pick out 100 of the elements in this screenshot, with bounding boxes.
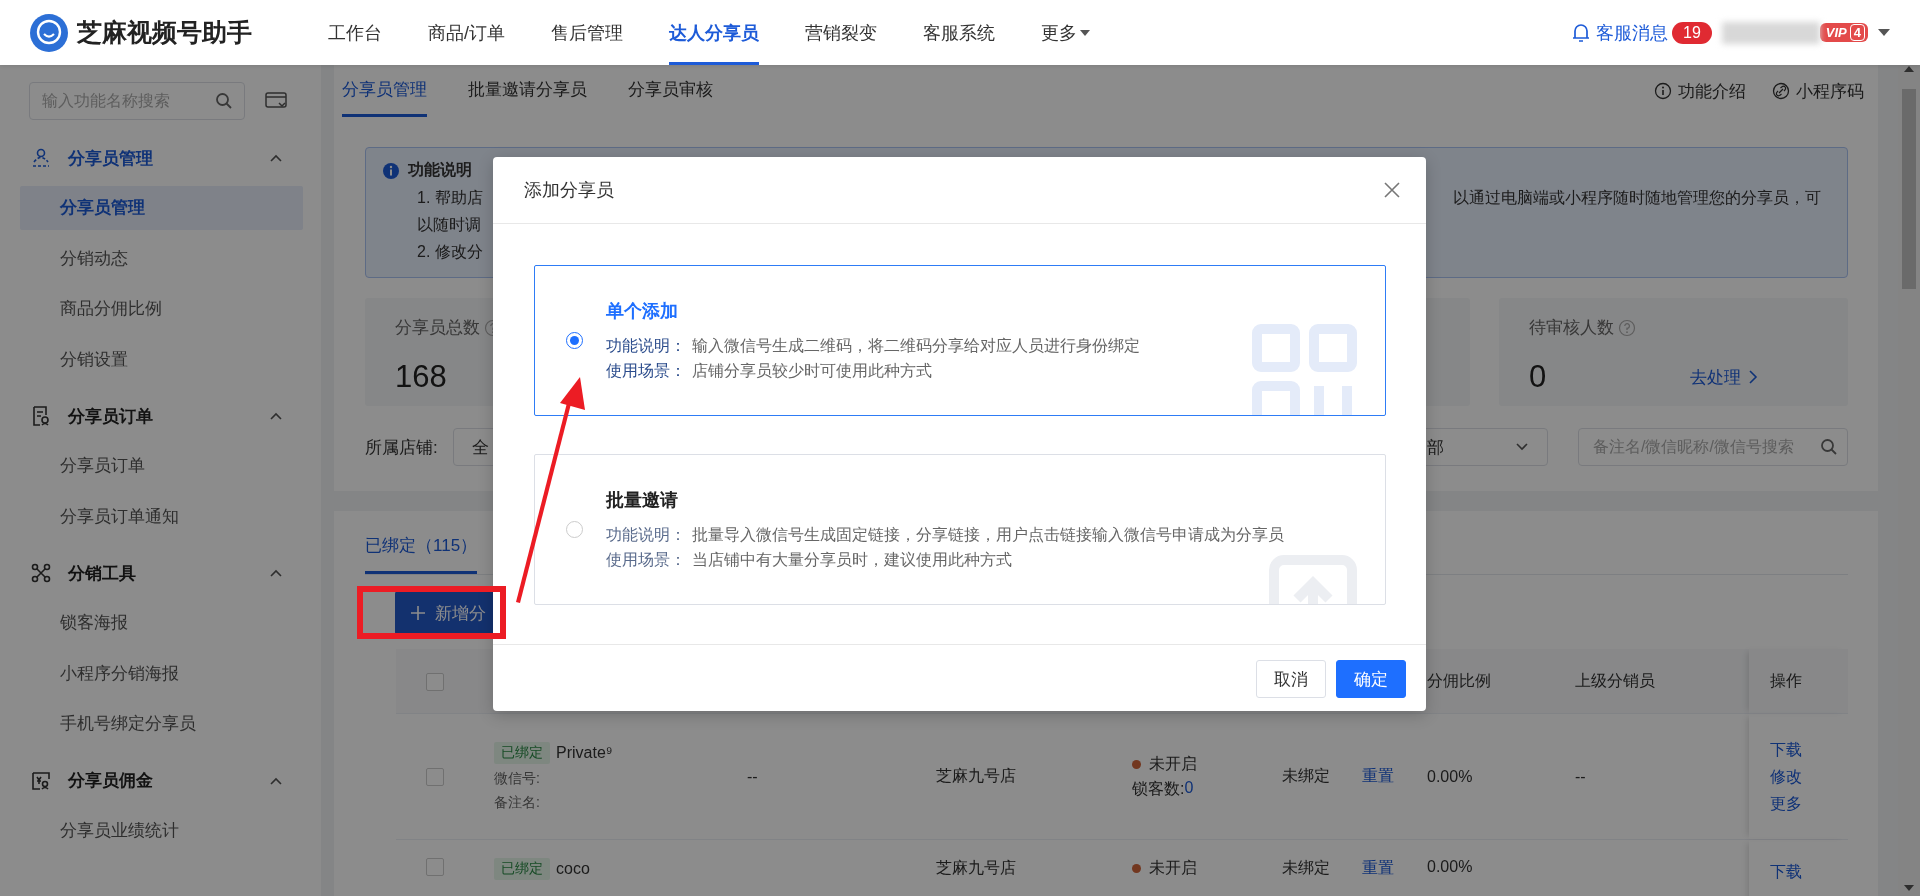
option-card[interactable]: 批量邀请 功能说明： 批量导入微信号生成固定链接，分享链接，用户点击链接输入微信号申请成为分享员 使用场景： 当店铺中有大量分享员时，建议使用此种方式 bbox=[534, 454, 1386, 605]
list-tab[interactable]: 已绑定（115） bbox=[365, 534, 478, 574]
store-name: 芝麻九号店 bbox=[936, 858, 1017, 878]
option-card[interactable]: 单个添加 功能说明： 输入微信号生成二维码，将二维码分享给对应人员进行身份绑定 使用场景： 店铺分享员较少时可使用此种方式 bbox=[534, 265, 1386, 416]
plus-icon bbox=[411, 606, 425, 620]
menu-item[interactable]: 分享员业绩统计 bbox=[20, 808, 303, 853]
link-icon bbox=[1772, 82, 1790, 100]
chevron-icon bbox=[269, 568, 283, 578]
scroll-down-icon[interactable] bbox=[1904, 884, 1914, 892]
action-link[interactable]: 更多 bbox=[1770, 790, 1848, 817]
stat-label: 待审核人数 bbox=[1529, 317, 1614, 339]
table-cell-text: -- bbox=[1575, 767, 1587, 786]
status-dot bbox=[1132, 759, 1141, 769]
store-name: 芝麻九号店 bbox=[936, 766, 1017, 786]
sharer-name: Private⁹ bbox=[556, 743, 613, 762]
notice-title: 功能说明 bbox=[408, 160, 472, 180]
status-tag: 已绑定 bbox=[494, 741, 550, 764]
app-name: 芝麻视频号助手 bbox=[77, 17, 252, 48]
help-link[interactable]: 功能介绍 bbox=[1654, 79, 1746, 103]
message-count-badge: 19 bbox=[1672, 21, 1712, 44]
chevron-icon bbox=[269, 411, 283, 421]
close-icon[interactable] bbox=[1384, 182, 1400, 198]
option-description: 店铺分享员较少时可使用此种方式 bbox=[692, 360, 932, 381]
menu-item[interactable]: 手机号绑定分享员 bbox=[20, 702, 303, 746]
checkbox[interactable] bbox=[426, 858, 444, 876]
nav-tab[interactable]: 营销裂变 bbox=[805, 0, 877, 65]
stat-label: 分享员总数 bbox=[395, 317, 480, 339]
status-dot bbox=[1132, 864, 1141, 873]
option-description: 批量导入微信号生成固定链接，分享链接，用户点击链接输入微信号申请成为分享员 bbox=[692, 524, 1284, 545]
qr-code-icon bbox=[1252, 324, 1357, 415]
chevron-icon bbox=[1749, 370, 1758, 384]
lock-status: 未开启 bbox=[1149, 753, 1197, 774]
menu-group-header[interactable]: 分享员佣金 bbox=[0, 752, 321, 809]
vip-level: 4 bbox=[1849, 24, 1865, 41]
caret-icon[interactable] bbox=[1878, 29, 1890, 36]
column-header: 上级分销员 bbox=[1575, 671, 1656, 691]
option-description: 当店铺中有大量分享员时，建议使用此种方式 bbox=[692, 549, 1012, 570]
nav-tab[interactable]: 更多 bbox=[1041, 0, 1090, 65]
menu-group-icon bbox=[30, 562, 52, 584]
notice-text: 以随时调 bbox=[417, 215, 481, 235]
menu-item[interactable]: 分销设置 bbox=[20, 337, 303, 382]
column-header: 操作 bbox=[1770, 671, 1803, 691]
sub-tab[interactable]: 批量邀请分享员 bbox=[468, 65, 587, 117]
action-link[interactable]: 修改 bbox=[1770, 763, 1848, 790]
menu-item[interactable]: 分享员管理 bbox=[20, 186, 303, 230]
lock-count-link[interactable]: 0 bbox=[1184, 778, 1194, 800]
option-title: 批量邀请 bbox=[606, 488, 679, 512]
action-link[interactable]: 下载 bbox=[1770, 736, 1848, 763]
column-header: 分佣比例 bbox=[1427, 671, 1492, 691]
lock-count-label: 锁客数: bbox=[1132, 778, 1185, 799]
logo-icon bbox=[30, 13, 68, 52]
nav-tab[interactable]: 售后管理 bbox=[551, 0, 623, 65]
remark-label: 备注名: bbox=[494, 793, 541, 812]
nav-tab[interactable]: 客服系统 bbox=[923, 0, 995, 65]
stat-value: 0 bbox=[1529, 359, 1547, 395]
menu-group-icon bbox=[30, 769, 52, 792]
menu-group-icon bbox=[30, 147, 52, 169]
menu-item[interactable]: 商品分佣比例 bbox=[20, 287, 303, 331]
sub-tab[interactable]: 分享员审核 bbox=[628, 65, 713, 117]
info-icon bbox=[382, 161, 400, 180]
option-label: 使用场景： bbox=[606, 549, 686, 570]
menu-item[interactable]: 分享员订单 bbox=[20, 444, 303, 488]
confirm-button[interactable]: 确定 bbox=[1336, 660, 1406, 698]
process-link[interactable]: 去处理 bbox=[1690, 365, 1758, 389]
chevron-icon bbox=[269, 153, 283, 163]
menu-item[interactable]: 锁客海报 bbox=[20, 601, 303, 645]
lock-status: 未开启 bbox=[1149, 858, 1197, 878]
action-link[interactable]: 下载 bbox=[1770, 858, 1848, 885]
reset-link[interactable]: 重置 bbox=[1362, 766, 1415, 787]
collapse-icon[interactable] bbox=[265, 91, 287, 111]
menu-item[interactable]: 分销动态 bbox=[20, 236, 303, 281]
bell-icon[interactable] bbox=[1572, 22, 1590, 43]
option-label: 使用场景： bbox=[606, 360, 686, 381]
wechat-label: 微信号: bbox=[494, 769, 541, 788]
checkbox[interactable] bbox=[426, 767, 444, 786]
notice-text: 2. 修改分 bbox=[417, 242, 483, 262]
menu-group-header[interactable]: 分销工具 bbox=[0, 545, 321, 601]
menu-group-header[interactable]: 分享员订单 bbox=[0, 388, 321, 444]
search-icon[interactable] bbox=[215, 92, 233, 110]
scrollbar-thumb[interactable] bbox=[1902, 89, 1916, 289]
help-link[interactable]: 小程序码 bbox=[1772, 79, 1864, 103]
dialog-title: 添加分享员 bbox=[524, 179, 614, 202]
option-description: 输入微信号生成二维码，将二维码分享给对应人员进行身份绑定 bbox=[692, 335, 1140, 356]
cancel-button[interactable]: 取消 bbox=[1256, 660, 1326, 698]
reset-link[interactable]: 重置 bbox=[1362, 858, 1415, 879]
menu-item[interactable]: 小程序分销海报 bbox=[20, 651, 303, 696]
menu-item[interactable]: 分享员订单通知 bbox=[20, 494, 303, 539]
option-label: 功能说明： bbox=[606, 524, 686, 545]
store-label: 所属店铺: bbox=[365, 436, 439, 459]
notice-text: 以通过电脑端或小程序随时随地管理您的分享员，可 bbox=[1453, 188, 1821, 208]
checkbox[interactable] bbox=[426, 672, 444, 691]
menu-group-header[interactable]: 分享员管理 bbox=[0, 130, 321, 186]
vip-label: VIP bbox=[1825, 25, 1847, 40]
chevron-icon bbox=[269, 775, 283, 786]
nav-tab[interactable]: 商品/订单 bbox=[428, 0, 505, 65]
bind-status: 未绑定 bbox=[1282, 858, 1331, 878]
messages-link[interactable]: 客服消息 bbox=[1596, 20, 1668, 45]
nav-tab[interactable]: 工作台 bbox=[328, 0, 382, 65]
search-icon[interactable] bbox=[1820, 438, 1838, 456]
commission-ratio: 0.00% bbox=[1427, 858, 1474, 876]
